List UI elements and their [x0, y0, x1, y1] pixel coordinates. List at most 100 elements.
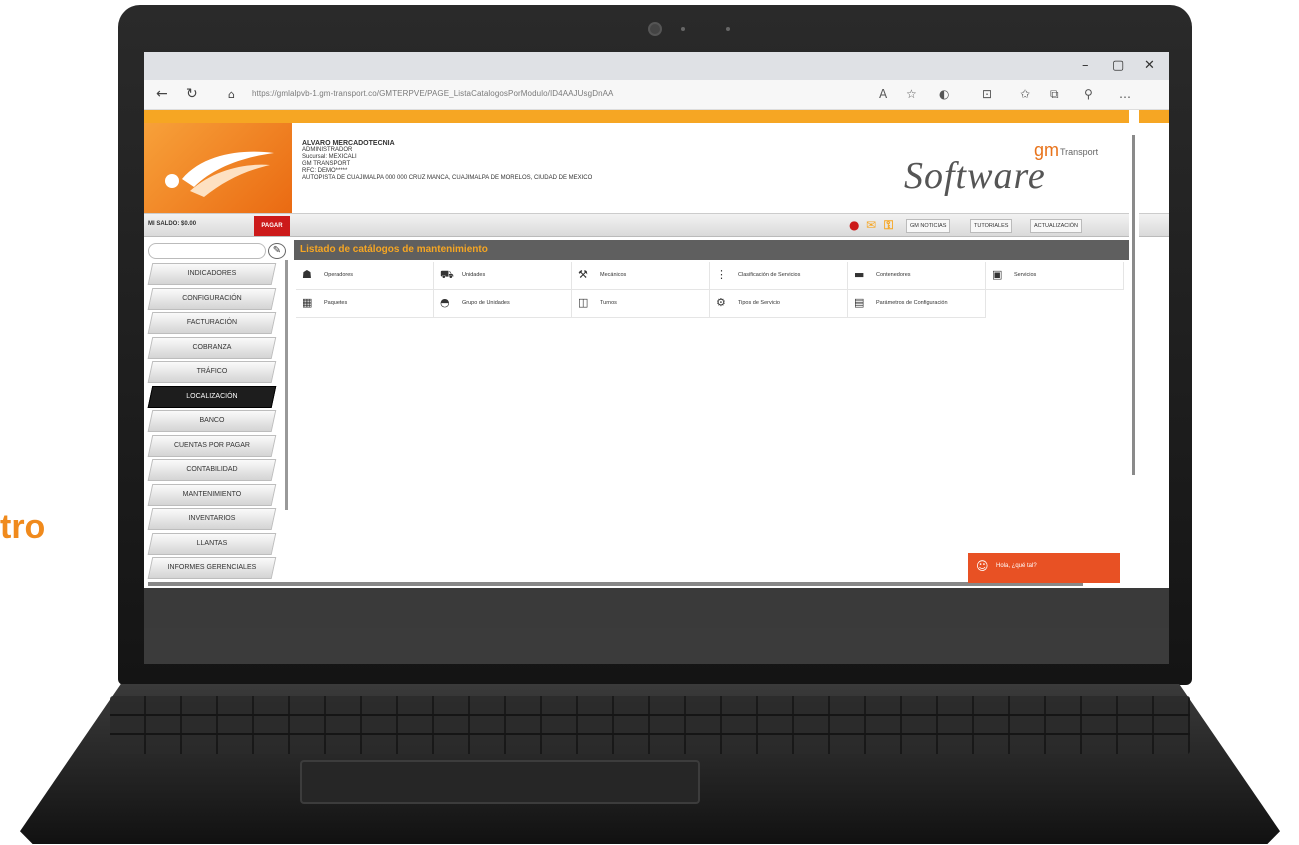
- favorites-icon[interactable]: ✩: [1020, 87, 1030, 101]
- catalog-item-paquetes[interactable]: ▦ Paquetes: [296, 290, 434, 318]
- back-icon[interactable]: ←: [156, 86, 168, 102]
- sidebar-item-label: MANTENIMIENTO: [182, 490, 242, 498]
- edit-icon[interactable]: ✎: [268, 243, 286, 259]
- user-info: ALVARO MERCADOTECNIA ADMINISTRADOR Sucur…: [302, 140, 592, 182]
- touchpad: [300, 760, 700, 804]
- sidebar-item-indicadores[interactable]: INDICADORES: [147, 263, 277, 285]
- sidebar-item-label: CONTABILIDAD: [186, 466, 238, 473]
- operator-icon: ☗: [302, 268, 312, 281]
- gm-noticias-button[interactable]: GM NOTICIAS: [906, 219, 951, 233]
- address-bar: ← ↻ ⌂ https://gmlalpvb-1.gm-transport.co…: [144, 80, 1169, 110]
- catalog-item-contenedores[interactable]: ▬ Contenedores: [848, 262, 986, 290]
- sidebar-scrollbar[interactable]: [285, 260, 288, 510]
- horizontal-scrollbar[interactable]: [148, 582, 1083, 586]
- search-input[interactable]: [148, 243, 266, 259]
- extension-icon[interactable]: ◐: [939, 87, 949, 101]
- orange-strip: [144, 110, 1169, 123]
- camera-dot: [726, 27, 730, 31]
- url-text[interactable]: https://gmlalpvb-1.gm-transport.co/GMTER…: [252, 89, 614, 98]
- services-icon: ▣: [992, 268, 1003, 281]
- catalog-panel: Listado de catálogos de mantenimiento ☗ O…: [294, 240, 1129, 580]
- keyboard-row-gap: [110, 714, 1190, 716]
- split-screen-icon[interactable]: ⊡: [982, 87, 992, 101]
- sidebar-item-label: INVENTARIOS: [188, 515, 236, 522]
- catalog-grid: ☗ Operadores ⛟ Unidades ⚒ Mecánicos ⋮ Clasif…: [296, 262, 1124, 318]
- sidebar-item-contabilidad[interactable]: CONTABILIDAD: [147, 459, 277, 481]
- pay-button[interactable]: PAGAR: [254, 216, 290, 236]
- camera-dot: [681, 27, 685, 31]
- close-button[interactable]: ✕: [1144, 58, 1155, 73]
- catalog-item-servicios[interactable]: ▣ Servicios: [986, 262, 1124, 290]
- favorite-icon[interactable]: ☆: [906, 87, 917, 101]
- sidebar-item-label: INFORMES GERENCIALES: [167, 564, 257, 571]
- service-types-icon: ⚙: [716, 296, 726, 309]
- user-role: ADMINISTRADOR: [302, 147, 353, 153]
- tutoriales-button[interactable]: TUTORIALES: [970, 219, 1013, 233]
- sidebar-item-cuentas-por-pagar[interactable]: CUENTAS POR PAGAR: [147, 434, 277, 456]
- shifts-icon: ◫: [578, 296, 589, 309]
- actualizacion-button[interactable]: ACTUALIZACIÓN: [1030, 219, 1083, 233]
- brand-transport: Transport: [1060, 147, 1099, 157]
- sidebar-item-trafico[interactable]: TRÁFICO: [147, 361, 277, 383]
- browser-titlebar: – ▢ ✕: [144, 52, 1169, 80]
- saldo-value: $0.00: [181, 221, 197, 227]
- sidebar-item-llantas[interactable]: LLANTAS: [147, 532, 277, 554]
- laptop-mockup: tro – ▢ ✕ ← ↻ ⌂ https://gmlalpvb-1.gm-tr…: [0, 0, 1299, 845]
- truck-icon: ⛟: [440, 268, 454, 281]
- sidebar-item-localizacion[interactable]: LOCALIZACIÓN: [147, 385, 277, 407]
- collections-icon[interactable]: ⧉: [1050, 87, 1059, 102]
- chat-avatar-icon: ☺: [976, 559, 989, 573]
- keyboard: [110, 696, 1190, 754]
- sidebar-menu: INDICADORES CONFIGURACIÓN FACTURACIÓN CO…: [146, 263, 284, 581]
- mechanic-icon: ⚒: [578, 268, 588, 281]
- page-scrollbar[interactable]: [1129, 110, 1139, 588]
- packages-icon: ▦: [302, 296, 313, 309]
- brand-software: Software: [904, 155, 1046, 197]
- sidebar-item-label: CONFIGURACIÓN: [182, 294, 242, 302]
- minimize-button[interactable]: –: [1082, 58, 1089, 73]
- catalog-item-mecanicos[interactable]: ⚒ Mecánicos: [572, 262, 710, 290]
- catalog-item-unidades[interactable]: ⛟ Unidades: [434, 262, 572, 290]
- read-aloud-icon[interactable]: A: [879, 87, 887, 101]
- containers-icon: ▬: [854, 268, 865, 281]
- key-icon[interactable]: ⚿: [884, 218, 893, 233]
- catalog-item-label: Tipos de Servicio: [738, 300, 780, 306]
- sidebar-item-configuracion[interactable]: CONFIGURACIÓN: [147, 287, 277, 309]
- catalog-item-tipos-servicio[interactable]: ⚙ Tipos de Servicio: [710, 290, 848, 318]
- sidebar-item-facturacion[interactable]: FACTURACIÓN: [147, 312, 277, 334]
- catalog-item-clasificacion[interactable]: ⋮ Clasificación de Servicios: [710, 262, 848, 290]
- scroll-thumb[interactable]: [1132, 135, 1135, 475]
- sidebar-item-banco[interactable]: BANCO: [147, 410, 277, 432]
- web-page: ALVARO MERCADOTECNIA ADMINISTRADOR Sucur…: [144, 110, 1169, 588]
- maximize-button[interactable]: ▢: [1112, 58, 1124, 73]
- company-name: GM TRANSPORT: [302, 161, 351, 167]
- catalog-item-label: Contenedores: [876, 272, 911, 278]
- catalog-item-operadores[interactable]: ☗ Operadores: [296, 262, 434, 290]
- catalog-item-label: Unidades: [462, 272, 486, 278]
- more-icon[interactable]: …: [1119, 87, 1131, 101]
- side-text: tro: [0, 508, 46, 546]
- catalog-item-turnos[interactable]: ◫ Turnos: [572, 290, 710, 318]
- sidebar-item-cobranza[interactable]: COBRANZA: [147, 336, 277, 358]
- sidebar-item-inventarios[interactable]: INVENTARIOS: [147, 508, 277, 530]
- classification-icon: ⋮: [716, 268, 727, 281]
- catalog-item-label: Clasificación de Servicios: [738, 272, 801, 278]
- sidebar-item-label: TRÁFICO: [196, 368, 228, 375]
- reload-icon[interactable]: ↻: [186, 86, 198, 102]
- catalog-item-label: Operadores: [324, 272, 354, 278]
- catalog-item-grupo-unidades[interactable]: ◓ Grupo de Unidades: [434, 290, 572, 318]
- company-logo: [144, 123, 292, 213]
- mail-icon[interactable]: ✉: [866, 218, 876, 232]
- profile-icon[interactable]: ⚲: [1084, 87, 1093, 101]
- sidebar-item-informes[interactable]: INFORMES GERENCIALES: [147, 557, 277, 579]
- notification-pin-icon[interactable]: ●: [849, 218, 859, 232]
- keyboard-row-gap: [110, 733, 1190, 735]
- sucursal: Sucursal: MEXICALI: [302, 154, 357, 160]
- lock-icon: ⌂: [228, 88, 235, 101]
- webcam: [648, 22, 662, 36]
- logo-swoosh-icon: [165, 151, 274, 197]
- sidebar-item-mantenimiento[interactable]: MANTENIMIENTO: [147, 483, 277, 505]
- panel-header: Listado de catálogos de mantenimiento: [294, 240, 1129, 260]
- catalog-item-parametros[interactable]: ▤ Parámetros de Configuración: [848, 290, 986, 318]
- chat-widget[interactable]: ☺ Hola, ¿qué tal?: [968, 553, 1120, 583]
